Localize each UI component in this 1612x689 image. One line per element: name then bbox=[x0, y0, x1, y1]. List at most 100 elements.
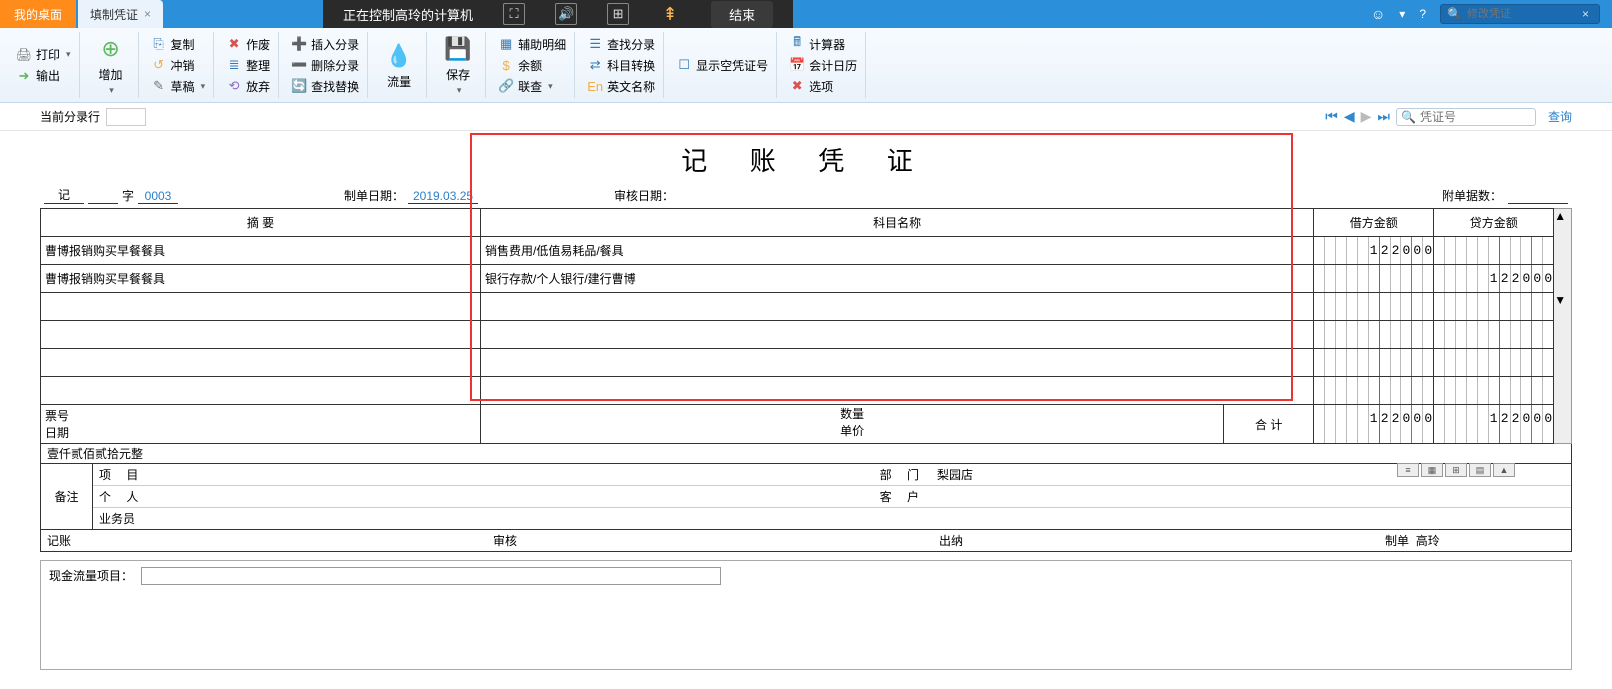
account-cell[interactable]: 银行存款/个人银行/建行曹博 bbox=[481, 265, 1314, 293]
debit-cell[interactable]: 122000 bbox=[1314, 237, 1434, 265]
global-search-input[interactable] bbox=[1467, 8, 1577, 20]
table-row[interactable]: 曹博报销购买早餐餐具销售费用/低值易耗品/餐具122000 bbox=[41, 237, 1554, 265]
draft-button[interactable]: ✎草稿▾ bbox=[149, 77, 208, 96]
calendar-button[interactable]: 📅会计日历 bbox=[787, 56, 859, 75]
debit-cell[interactable] bbox=[1314, 293, 1434, 321]
tab-my-desktop[interactable]: 我的桌面 bbox=[0, 0, 76, 28]
account-cell[interactable] bbox=[481, 321, 1314, 349]
find-entry-button[interactable]: ☰查找分录 bbox=[585, 35, 657, 54]
nav-next-icon[interactable]: ▶ bbox=[1361, 108, 1372, 125]
fullscreen-icon[interactable]: ⛶ bbox=[503, 3, 525, 25]
summary-cell[interactable]: 曹博报销购买早餐餐具 bbox=[41, 265, 481, 293]
summary-cell[interactable] bbox=[41, 321, 481, 349]
sound-icon[interactable]: 🔊 bbox=[555, 3, 577, 25]
account-cell[interactable] bbox=[481, 293, 1314, 321]
voucher-grid[interactable]: 摘 要 科目名称 借方金额 贷方金额 曹博报销购买早餐餐具销售费用/低值易耗品/… bbox=[40, 208, 1554, 444]
save-button[interactable]: 💾保存▾ bbox=[437, 32, 479, 98]
table-row[interactable]: 曹博报销购买早餐餐具银行存款/个人银行/建行曹博 122000 bbox=[41, 265, 1554, 293]
salesman-label: 业务员 bbox=[93, 508, 153, 529]
summary-cell[interactable] bbox=[41, 349, 481, 377]
account-cell[interactable] bbox=[481, 377, 1314, 405]
salesman-value[interactable] bbox=[153, 508, 851, 529]
account-convert-button[interactable]: ⇄科目转换 bbox=[585, 56, 657, 75]
mini-btn-1[interactable]: ≡ bbox=[1397, 463, 1419, 477]
nav-last-icon[interactable]: ⏭ bbox=[1377, 108, 1390, 125]
mini-btn-4[interactable]: ▤ bbox=[1469, 463, 1491, 477]
flow-button[interactable]: 💧流量 bbox=[378, 39, 420, 92]
clear-icon[interactable]: × bbox=[1582, 7, 1589, 21]
sign-audit: 审核 bbox=[493, 532, 939, 549]
voucher-number[interactable]: 0003 bbox=[138, 189, 178, 204]
print-button[interactable]: 🖨打印▾ bbox=[14, 45, 73, 64]
project-value[interactable] bbox=[153, 464, 851, 485]
credit-cell[interactable] bbox=[1434, 321, 1554, 349]
mini-btn-3[interactable]: ⊞ bbox=[1445, 463, 1467, 477]
credit-cell[interactable] bbox=[1434, 377, 1554, 405]
smile-icon[interactable]: ☺ bbox=[1371, 6, 1385, 22]
query-button[interactable]: 查询 bbox=[1548, 108, 1572, 125]
output-button[interactable]: ➜输出 bbox=[14, 66, 73, 85]
table-row[interactable] bbox=[41, 293, 1554, 321]
nav-prev-icon[interactable]: ◀ bbox=[1344, 108, 1355, 125]
transfer-icon[interactable]: ⊞ bbox=[607, 3, 629, 25]
account-cell[interactable]: 销售费用/低值易耗品/餐具 bbox=[481, 237, 1314, 265]
account-cell[interactable] bbox=[481, 349, 1314, 377]
mini-btn-5[interactable]: ▲ bbox=[1493, 463, 1515, 477]
voucher-number-search[interactable]: 🔍 bbox=[1396, 108, 1536, 126]
customer-value[interactable] bbox=[931, 486, 1571, 507]
english-name-button[interactable]: En英文名称 bbox=[585, 77, 657, 96]
help-icon[interactable]: ? bbox=[1419, 7, 1426, 21]
summary-cell[interactable]: 曹博报销购买早餐餐具 bbox=[41, 237, 481, 265]
calculator-button[interactable]: 🖩计算器 bbox=[787, 35, 859, 54]
summary-cell[interactable] bbox=[41, 293, 481, 321]
person-value[interactable] bbox=[153, 486, 851, 507]
delete-entry-button[interactable]: ➖删除分录 bbox=[289, 56, 361, 75]
balance-button[interactable]: $余额 bbox=[496, 56, 568, 75]
voucher-number-input[interactable] bbox=[1420, 110, 1510, 124]
debit-cell[interactable] bbox=[1314, 265, 1434, 293]
credit-cell[interactable] bbox=[1434, 293, 1554, 321]
tab-voucher-entry[interactable]: 填制凭证 × bbox=[78, 0, 163, 28]
reverse-button[interactable]: ↺冲销 bbox=[149, 56, 208, 75]
add-button[interactable]: ⊕增加▾ bbox=[90, 32, 132, 98]
find-replace-button[interactable]: 🔄查找替换 bbox=[289, 77, 361, 96]
table-row[interactable] bbox=[41, 377, 1554, 405]
voucher-type[interactable]: 记 bbox=[44, 186, 84, 204]
credit-cell[interactable]: 122000 bbox=[1434, 265, 1554, 293]
current-entry-label: 当前分录行 bbox=[40, 108, 100, 125]
cashflow-input[interactable] bbox=[141, 567, 721, 585]
close-icon[interactable]: × bbox=[144, 7, 151, 21]
delete-row-icon: ➖ bbox=[291, 57, 307, 73]
end-remote-button[interactable]: 结束 bbox=[711, 1, 773, 28]
options-icon: ✖ bbox=[789, 78, 805, 94]
copy-button[interactable]: ⎘复制 bbox=[149, 35, 208, 54]
summary-cell[interactable] bbox=[41, 377, 481, 405]
tidy-button[interactable]: ≣整理 bbox=[224, 56, 272, 75]
vertical-scrollbar[interactable]: ▲▼ bbox=[1554, 208, 1572, 444]
debit-cell[interactable] bbox=[1314, 349, 1434, 377]
total-label: 合 计 bbox=[1223, 405, 1313, 443]
global-search[interactable]: 🔍 × bbox=[1440, 4, 1600, 24]
show-empty-button[interactable]: ☐显示空凭证号 bbox=[674, 56, 770, 75]
table-row[interactable] bbox=[41, 321, 1554, 349]
col-credit: 贷方金额 bbox=[1434, 209, 1554, 237]
attach-count[interactable] bbox=[1508, 203, 1568, 204]
dropdown-icon[interactable]: ▾ bbox=[1399, 7, 1405, 21]
pin-icon[interactable]: ⇞ bbox=[659, 3, 681, 25]
mini-btn-2[interactable]: ▦ bbox=[1421, 463, 1443, 477]
link-query-button[interactable]: 🔗联查▾ bbox=[496, 77, 568, 96]
table-row[interactable] bbox=[41, 349, 1554, 377]
credit-cell[interactable] bbox=[1434, 237, 1554, 265]
department-label: 部 门 bbox=[851, 464, 931, 485]
make-date[interactable]: 2019.03.25 bbox=[408, 189, 478, 204]
debit-cell[interactable] bbox=[1314, 321, 1434, 349]
debit-cell[interactable] bbox=[1314, 377, 1434, 405]
credit-cell[interactable] bbox=[1434, 349, 1554, 377]
insert-entry-button[interactable]: ➕插入分录 bbox=[289, 35, 361, 54]
abandon-button[interactable]: ⟲放弃 bbox=[224, 77, 272, 96]
current-entry-input[interactable] bbox=[106, 108, 146, 126]
aux-detail-button[interactable]: ▦辅助明细 bbox=[496, 35, 568, 54]
void-button[interactable]: ✖作废 bbox=[224, 35, 272, 54]
options-button[interactable]: ✖选项 bbox=[787, 77, 859, 96]
nav-first-icon[interactable]: ⏮ bbox=[1325, 108, 1338, 125]
